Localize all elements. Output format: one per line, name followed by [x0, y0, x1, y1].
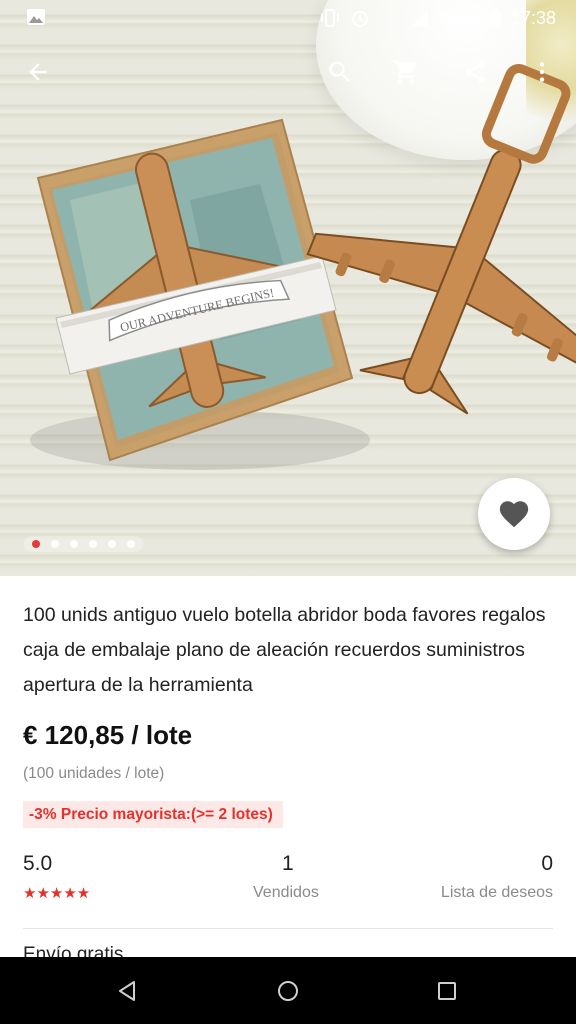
nav-back-button[interactable] — [98, 970, 158, 1012]
search-button[interactable] — [314, 46, 366, 98]
clock: 17:38 — [510, 7, 556, 28]
unit-note: (100 unidades / lote) — [23, 765, 165, 782]
more-options-button[interactable] — [516, 46, 568, 98]
share-icon — [465, 61, 485, 83]
pager-dot[interactable] — [108, 540, 116, 548]
alarm-icon — [351, 11, 368, 27]
wholesale-promo-badge[interactable]: -3% Precio mayorista:(>= 2 lotes) — [23, 801, 283, 828]
circle-home-icon — [278, 981, 298, 1001]
battery-percent: 69 % — [439, 7, 481, 28]
back-arrow-icon — [29, 63, 47, 81]
wifi-icon — [379, 13, 390, 26]
wishlist-label: Lista de deseos — [440, 884, 553, 901]
product-title: 100 unids antiguo vuelo botella abridor … — [23, 604, 546, 696]
product-image-gallery[interactable]: OUR ADVENTURE BEGINS! 69 % 17:38 — [0, 0, 576, 576]
wishlist-count: 0 — [541, 852, 553, 875]
rating-stars[interactable]: ★★★★★ — [23, 884, 90, 902]
back-button[interactable] — [12, 46, 64, 98]
pager-dot[interactable] — [89, 540, 97, 548]
pager-dot[interactable] — [127, 540, 135, 548]
share-button[interactable] — [449, 46, 501, 98]
cart-icon — [393, 60, 417, 84]
pager-dot[interactable] — [51, 540, 59, 548]
square-recents-icon — [438, 982, 456, 1000]
gallery-notification-icon — [27, 9, 45, 25]
product-toolbar — [0, 46, 576, 98]
sold-label: Vendidos — [253, 884, 319, 901]
status-bar: 69 % 17:38 — [0, 0, 576, 36]
pager-dot-active[interactable] — [32, 540, 40, 548]
heart-icon — [499, 501, 529, 528]
product-stats: 5.0 ★★★★★ 1 Vendidos 0 Lista de deseos — [23, 852, 553, 908]
nav-home-button[interactable] — [258, 970, 318, 1012]
gallery-pager[interactable] — [24, 536, 143, 552]
signal-icon — [411, 10, 428, 26]
section-divider — [23, 928, 553, 929]
rating-value: 5.0 — [23, 852, 53, 875]
pager-dot[interactable] — [70, 540, 78, 548]
vibrate-icon — [320, 9, 339, 27]
wishlist-button[interactable] — [478, 478, 550, 550]
product-price: € 120,85 / lote — [23, 720, 193, 750]
system-nav-bar — [0, 957, 576, 1024]
sold-count: 1 — [282, 852, 294, 875]
battery-icon — [490, 9, 501, 27]
search-icon — [329, 61, 350, 82]
cart-button[interactable] — [380, 46, 432, 98]
nav-recents-button[interactable] — [417, 970, 477, 1012]
triangle-back-icon — [119, 981, 135, 1001]
more-vert-icon — [539, 62, 545, 82]
